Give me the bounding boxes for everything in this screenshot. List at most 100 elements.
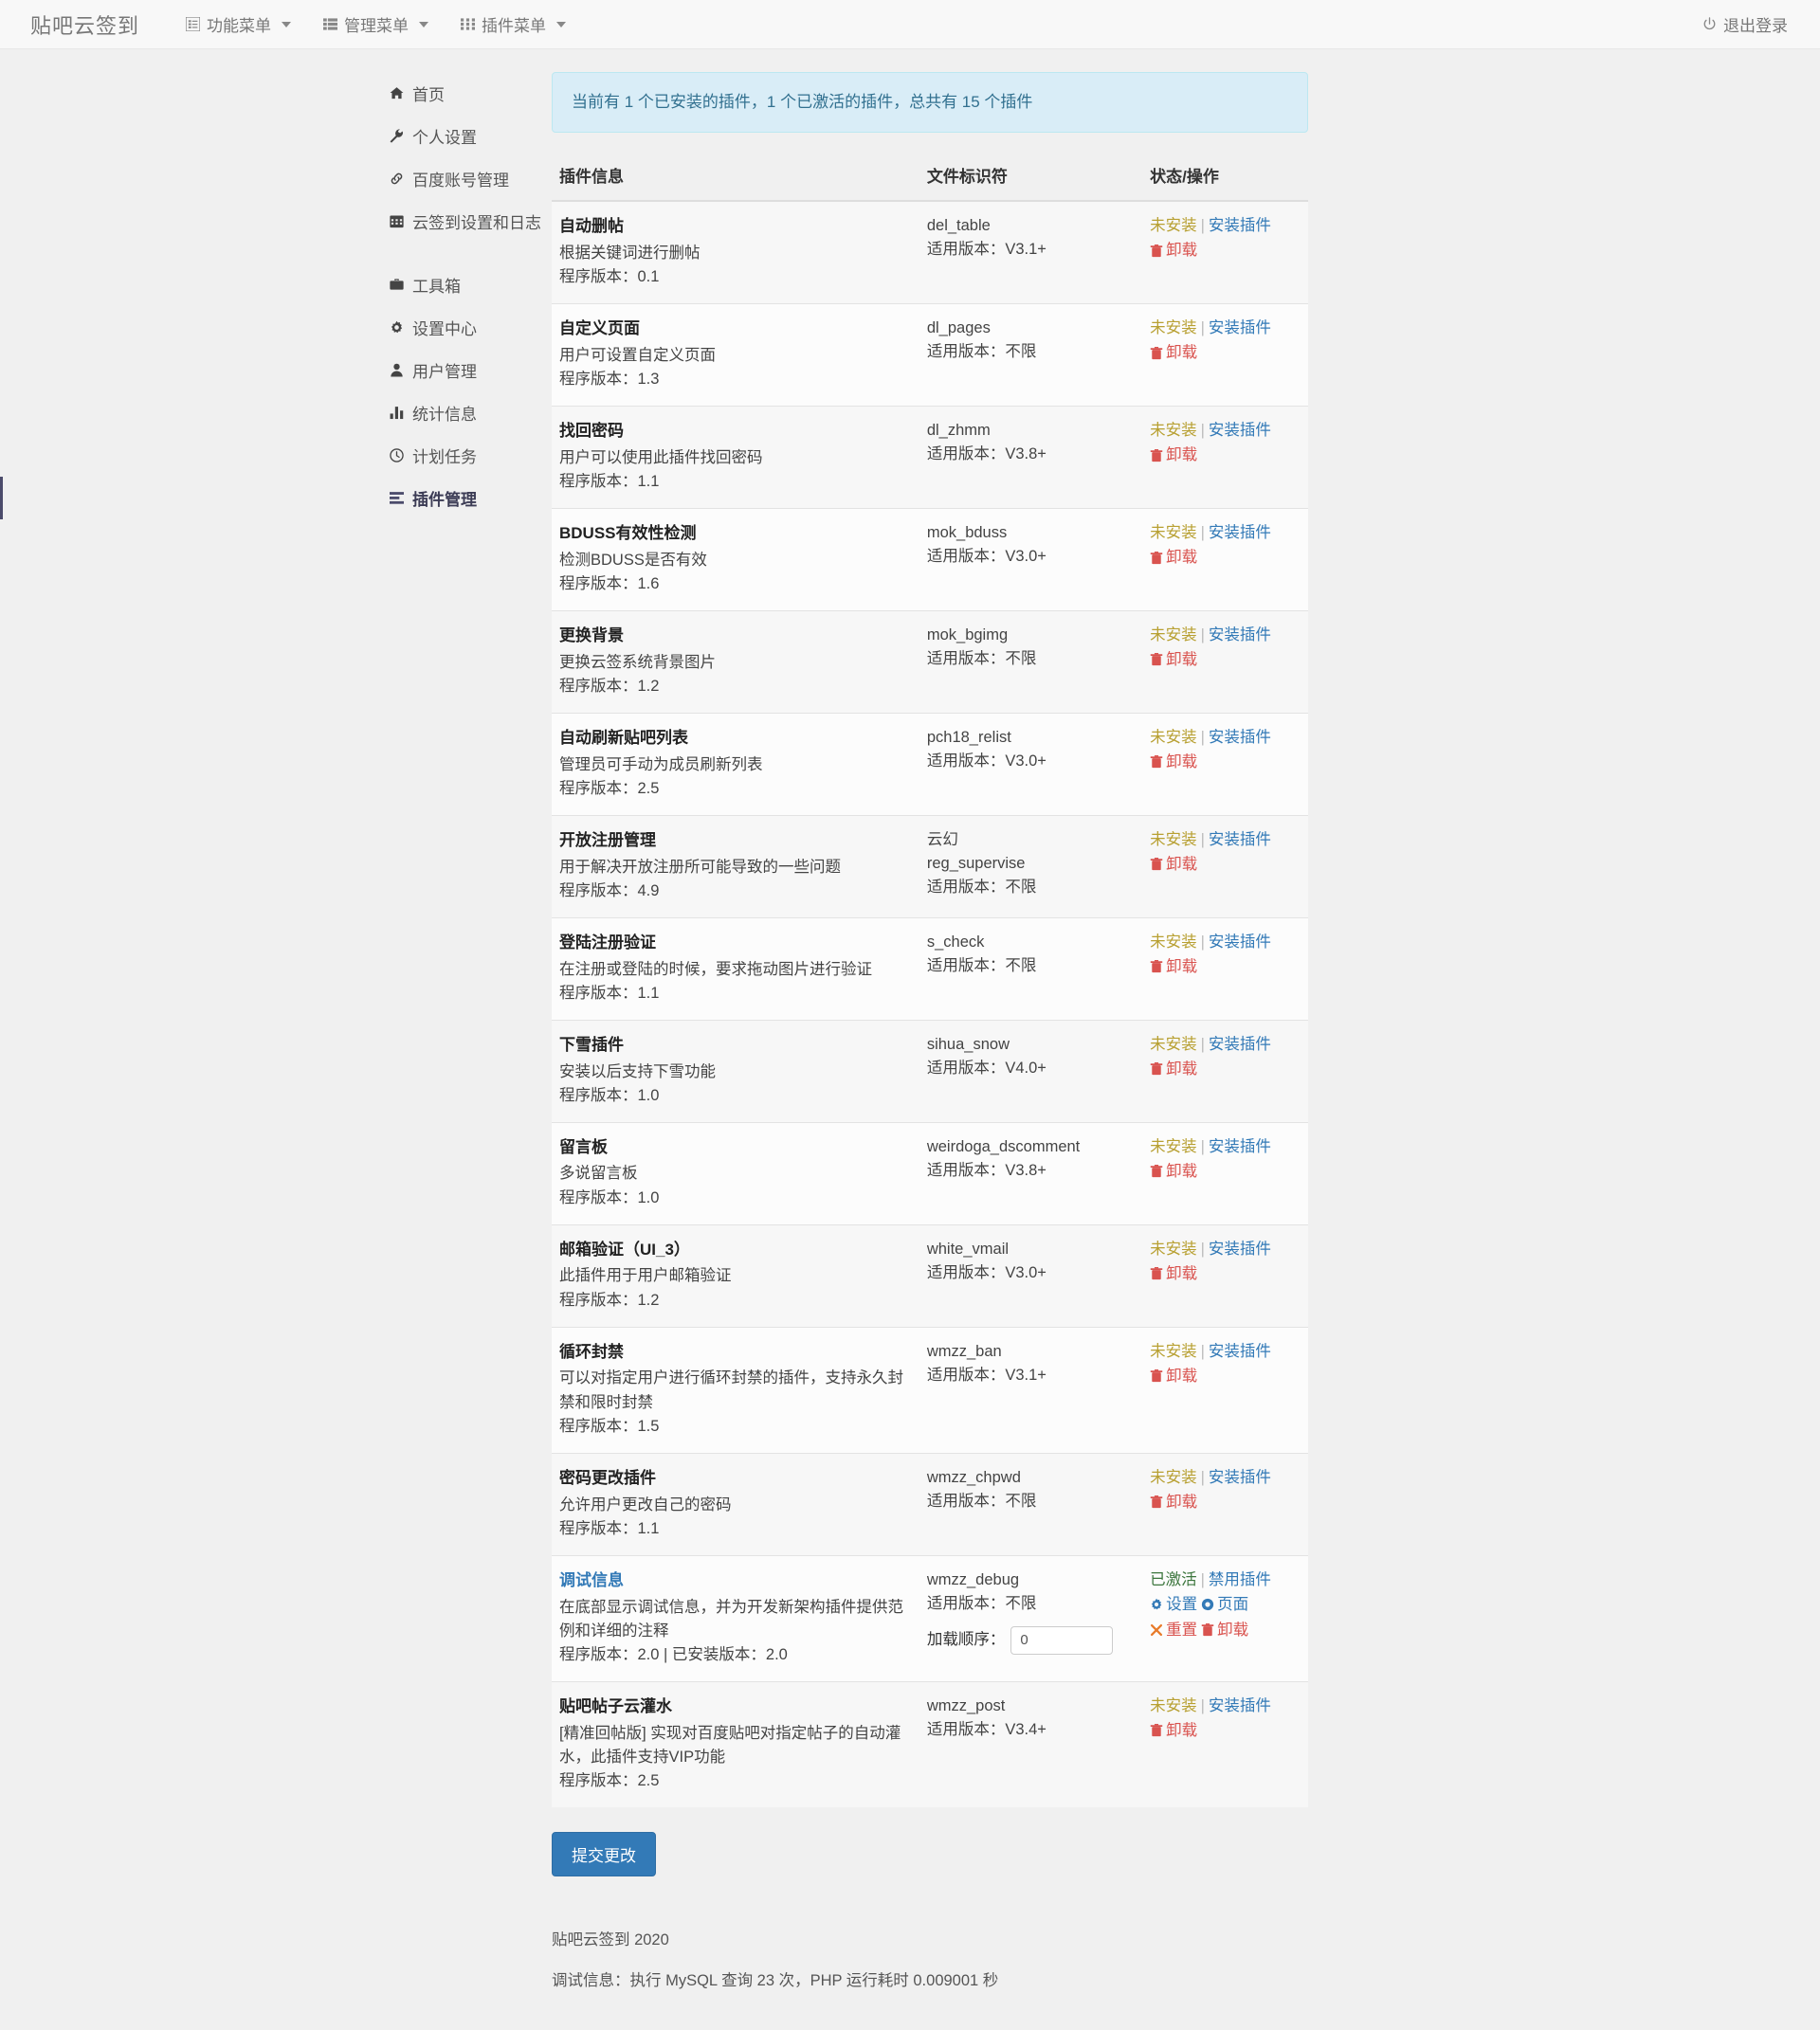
sidebar-item-user-management[interactable]: 用户管理 xyxy=(0,349,531,391)
sidebar-item-personal-settings[interactable]: 个人设置 xyxy=(0,115,531,157)
uninstall-link[interactable]: 卸载 xyxy=(1150,647,1197,672)
sidebar-link-toolbox[interactable]: 工具箱 xyxy=(0,263,531,306)
sidebar-item-label: 工具箱 xyxy=(412,278,461,296)
logout-label: 退出登录 xyxy=(1723,17,1788,35)
sidebar-link-personal-settings[interactable]: 个人设置 xyxy=(0,115,531,157)
uninstall-link[interactable]: 卸载 xyxy=(1150,545,1197,570)
install-plugin-link[interactable]: 安装插件 xyxy=(1209,1697,1271,1714)
uninstall-link[interactable]: 卸载 xyxy=(1150,954,1197,979)
sidebar-item-settings-center[interactable]: 设置中心 xyxy=(0,306,531,349)
th-icon xyxy=(461,17,476,31)
nav-item-manage-menu[interactable]: 管理菜单 xyxy=(307,0,445,49)
install-plugin-link[interactable]: 安装插件 xyxy=(1209,524,1271,541)
status-actions-cell: 未安装 | 安装插件卸载 xyxy=(1142,609,1308,714)
status-line: 未安装 | 安装插件 xyxy=(1150,624,1301,648)
install-plugin-link[interactable]: 安装插件 xyxy=(1209,319,1271,336)
disable-plugin-link[interactable]: 禁用插件 xyxy=(1209,1571,1271,1588)
uninstall-link[interactable]: 卸载 xyxy=(1150,1718,1197,1743)
uninstall-link[interactable]: 卸载 xyxy=(1150,340,1197,365)
chevron-down-icon xyxy=(556,21,567,27)
table-row: 开放注册管理 用于解决开放注册所可能导致的一些问题 程序版本：4.9 云幻 reg_su… xyxy=(552,814,1308,918)
list-icon xyxy=(186,17,201,31)
settings-link[interactable]: 设置 xyxy=(1150,1592,1197,1617)
status-badge: 未安装 xyxy=(1150,933,1197,951)
reset-link[interactable]: 重置 xyxy=(1150,1618,1197,1642)
sidebar-link-cloud-signin-settings[interactable]: 云签到设置和日志 xyxy=(0,200,541,243)
plugin-info-cell: BDUSS有效性检测 检测BDUSS是否有效 程序版本：1.6 xyxy=(552,507,919,611)
uninstall-link[interactable]: 卸载 xyxy=(1150,852,1197,877)
install-plugin-link[interactable]: 安装插件 xyxy=(1209,1036,1271,1053)
uninstall-link[interactable]: 卸载 xyxy=(1201,1618,1248,1642)
plugin-applicable-version: 适用版本：不限 xyxy=(926,956,1037,974)
uninstall-link[interactable]: 卸载 xyxy=(1150,443,1197,467)
install-plugin-link[interactable]: 安装插件 xyxy=(1209,626,1271,643)
plugin-info-cell: 开放注册管理 用于解决开放注册所可能导致的一些问题 程序版本：4.9 xyxy=(552,814,919,918)
install-plugin-link[interactable]: 安装插件 xyxy=(1209,729,1271,746)
plugin-info-cell: 密码更改插件 允许用户更改自己的密码 程序版本：1.1 xyxy=(552,1452,919,1556)
install-plugin-link[interactable]: 安装插件 xyxy=(1209,933,1271,951)
plugin-file-id: weirdoga_dscomment xyxy=(926,1137,1081,1155)
sidebar-item-cloud-signin-settings[interactable]: 云签到设置和日志 xyxy=(0,200,541,243)
brand-logo[interactable]: 贴吧云签到 xyxy=(23,9,156,40)
nav-item-function-menu[interactable]: 功能菜单 xyxy=(170,0,307,49)
plugin-title[interactable]: 调试信息 xyxy=(559,1568,912,1593)
uninstall-link-label: 卸载 xyxy=(1166,651,1198,669)
load-order-input[interactable] xyxy=(1010,1625,1114,1655)
sidebar-link-plugin-management[interactable]: 插件管理 xyxy=(0,477,531,519)
page-link[interactable]: 页面 xyxy=(1201,1592,1248,1617)
plugin-version: 程序版本：1.6 xyxy=(559,574,660,592)
uninstall-link[interactable]: 卸载 xyxy=(1150,750,1197,774)
table-row: BDUSS有效性检测 检测BDUSS是否有效 程序版本：1.6 mok_bduss 适用… xyxy=(552,507,1308,611)
calendar-icon xyxy=(390,214,404,228)
install-plugin-link[interactable]: 安装插件 xyxy=(1209,1469,1271,1486)
sidebar-item-label: 云签到设置和日志 xyxy=(412,214,541,232)
install-plugin-link[interactable]: 安装插件 xyxy=(1209,422,1271,439)
sidebar-item-statistics[interactable]: 统计信息 xyxy=(0,391,531,434)
sidebar-item-plugin-management[interactable]: 插件管理 xyxy=(0,477,531,519)
file-identifier-cell: dl_pages 适用版本：不限 xyxy=(919,302,1143,407)
logout-button[interactable]: 退出登录 xyxy=(1686,0,1797,49)
sidebar-link-settings-center[interactable]: 设置中心 xyxy=(0,306,531,349)
uninstall-link[interactable]: 卸载 xyxy=(1150,1261,1197,1286)
nav-item-label: 功能菜单 xyxy=(207,17,272,35)
status-line: 未安装 | 安装插件 xyxy=(1150,1135,1301,1160)
uninstall-link-label: 卸载 xyxy=(1166,1494,1198,1512)
sidebar-link-baidu-account[interactable]: 百度账号管理 xyxy=(0,157,531,200)
uninstall-link[interactable]: 卸载 xyxy=(1150,1159,1197,1184)
install-plugin-link[interactable]: 安装插件 xyxy=(1209,831,1271,848)
sidebar-link-user-management[interactable]: 用户管理 xyxy=(0,349,531,391)
sidebar-link-scheduled-tasks[interactable]: 计划任务 xyxy=(0,434,531,477)
install-plugin-link[interactable]: 安装插件 xyxy=(1209,1241,1271,1258)
plugin-info-cell: 找回密码 用户可以使用此插件找回密码 程序版本：1.1 xyxy=(552,405,919,509)
uninstall-link-label: 卸载 xyxy=(1166,1368,1198,1386)
plugin-version: 程序版本：1.3 xyxy=(559,370,660,388)
plugin-title: 循环封禁 xyxy=(559,1342,624,1361)
sidebar-item-toolbox[interactable]: 工具箱 xyxy=(0,263,531,306)
uninstall-link[interactable]: 卸载 xyxy=(1150,1490,1197,1514)
status-badge: 未安装 xyxy=(1150,1035,1197,1053)
plugin-table-header-row: 插件信息 文件标识符 状态/操作 xyxy=(552,162,1308,202)
plugin-version: 程序版本：1.1 xyxy=(559,472,660,490)
sidebar-item-baidu-account[interactable]: 百度账号管理 xyxy=(0,157,531,200)
submit-changes-button[interactable]: 提交更改 xyxy=(552,1831,656,1876)
uninstall-link[interactable]: 卸载 xyxy=(1150,1364,1197,1388)
install-plugin-link[interactable]: 安装插件 xyxy=(1209,217,1271,234)
nav-item-plugin-menu[interactable]: 插件菜单 xyxy=(445,0,582,49)
status-line: 已激活 | 禁用插件 xyxy=(1150,1568,1301,1593)
page-icon xyxy=(1201,1598,1214,1611)
reset-icon xyxy=(1150,1623,1163,1637)
uninstall-link-label: 卸载 xyxy=(1166,856,1198,874)
sidebar-link-statistics[interactable]: 统计信息 xyxy=(0,391,531,434)
table-row: 自定义页面 用户可设置自定义页面 程序版本：1.3 dl_pages 适用版本：不限 未安… xyxy=(552,302,1308,407)
uninstall-link-label: 卸载 xyxy=(1166,242,1198,260)
install-plugin-link[interactable]: 安装插件 xyxy=(1209,1343,1271,1360)
plugin-file-id: wmzz_debug xyxy=(926,1570,1020,1588)
sidebar-link-home[interactable]: 首页 xyxy=(0,72,531,115)
sidebar-item-scheduled-tasks[interactable]: 计划任务 xyxy=(0,434,531,477)
uninstall-link[interactable]: 卸载 xyxy=(1150,238,1197,263)
install-plugin-link[interactable]: 安装插件 xyxy=(1209,1138,1271,1155)
plugin-file-id: white_vmail xyxy=(926,1240,1010,1258)
sidebar-item-home[interactable]: 首页 xyxy=(0,72,531,115)
uninstall-link[interactable]: 卸载 xyxy=(1150,1057,1197,1081)
nav-item-label: 管理菜单 xyxy=(344,17,410,35)
